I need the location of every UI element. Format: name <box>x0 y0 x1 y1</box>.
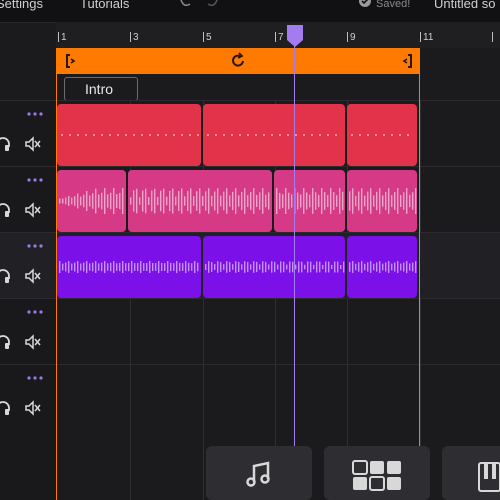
track-lane[interactable] <box>56 167 500 233</box>
clip-waveform <box>61 134 199 136</box>
instrument-button-notes[interactable] <box>206 446 312 500</box>
timeline-ruler[interactable]: 1 3 5 7 9 11 <box>56 22 500 48</box>
track-row <box>0 298 500 365</box>
ruler-tick <box>492 32 493 42</box>
track-row <box>0 166 500 233</box>
headphones-icon[interactable] <box>0 267 12 285</box>
ruler-tick <box>58 32 59 42</box>
clip-region[interactable] <box>203 104 345 166</box>
track-menu-icon[interactable] <box>26 176 46 184</box>
mute-speaker-icon[interactable] <box>24 267 42 285</box>
saved-check-icon <box>359 0 371 7</box>
top-bar: Settings Tutorials Saved! Untitled so <box>0 0 500 23</box>
playhead-handle[interactable] <box>286 24 304 48</box>
track-menu-icon[interactable] <box>26 242 46 250</box>
clip-waveform <box>205 261 345 273</box>
tutorials-menu[interactable]: Tutorials <box>80 0 129 11</box>
clip-region[interactable] <box>128 170 272 232</box>
track-menu-icon[interactable] <box>26 374 46 382</box>
loop-toggle-icon[interactable] <box>228 51 248 71</box>
track-lane[interactable] <box>56 365 500 431</box>
clip-region[interactable] <box>347 170 417 232</box>
piano-keys-icon <box>478 462 500 492</box>
loop-end-bracket-icon[interactable] <box>396 51 416 71</box>
clip-waveform <box>351 134 409 136</box>
clip-region[interactable] <box>57 170 126 232</box>
track-menu-icon[interactable] <box>26 308 46 316</box>
playhead-line <box>294 40 295 500</box>
headphones-icon[interactable] <box>0 399 12 417</box>
mute-speaker-icon[interactable] <box>24 399 42 417</box>
ruler-tick <box>347 32 348 42</box>
clip-waveform <box>276 188 344 214</box>
ruler-tick <box>275 32 276 42</box>
clip-waveform <box>59 261 199 273</box>
track-lane[interactable] <box>56 101 500 167</box>
clip-region[interactable] <box>274 170 345 232</box>
saved-status: Saved! <box>376 0 411 10</box>
track-menu-icon[interactable] <box>26 110 46 118</box>
section-marker-intro[interactable]: Intro <box>64 77 138 101</box>
clip-waveform <box>59 188 124 214</box>
track-row <box>0 232 500 299</box>
pads-grid-icon <box>352 460 401 491</box>
ruler-tick <box>203 32 204 42</box>
headphones-icon[interactable] <box>0 201 12 219</box>
loop-start-bracket-icon[interactable] <box>62 51 82 71</box>
mute-speaker-icon[interactable] <box>24 135 42 153</box>
headphones-icon[interactable] <box>0 135 12 153</box>
clip-waveform <box>349 188 417 214</box>
clip-region[interactable] <box>347 236 417 298</box>
clip-waveform <box>207 134 337 136</box>
headphones-icon[interactable] <box>0 333 12 351</box>
ruler-tick-label: 5 <box>206 32 212 43</box>
mute-speaker-icon[interactable] <box>24 201 42 219</box>
ruler-tick <box>130 32 131 42</box>
ruler-tick-label: 3 <box>133 32 139 43</box>
track-lane[interactable] <box>56 299 500 365</box>
clip-region[interactable] <box>57 104 201 166</box>
loop-end-line <box>419 48 420 500</box>
music-note-icon <box>246 461 270 487</box>
ruler-tick-label: 11 <box>423 32 434 43</box>
ruler-tick-label: 1 <box>61 32 67 43</box>
clip-waveform <box>130 188 270 214</box>
track-lane[interactable] <box>56 233 500 299</box>
ruler-tick-label: 7 <box>278 32 284 43</box>
section-marker-label: Intro <box>85 81 114 97</box>
clip-region[interactable] <box>347 104 417 166</box>
clip-waveform <box>349 261 417 273</box>
ruler-tick <box>420 32 421 42</box>
ruler-tick-label: 9 <box>350 32 356 43</box>
mute-speaker-icon[interactable] <box>24 333 42 351</box>
track-row <box>0 364 500 431</box>
clip-region[interactable] <box>57 236 201 298</box>
clip-region[interactable] <box>203 236 345 298</box>
instrument-button-keys[interactable] <box>442 446 500 500</box>
redo-icon[interactable] <box>206 0 220 10</box>
undo-icon[interactable] <box>178 0 192 10</box>
track-row <box>0 100 500 167</box>
project-title[interactable]: Untitled so <box>434 0 495 11</box>
settings-menu[interactable]: Settings <box>0 0 43 11</box>
loop-start-line <box>56 48 57 500</box>
instrument-button-pads[interactable] <box>324 446 430 500</box>
loop-region-bar[interactable] <box>56 48 420 74</box>
